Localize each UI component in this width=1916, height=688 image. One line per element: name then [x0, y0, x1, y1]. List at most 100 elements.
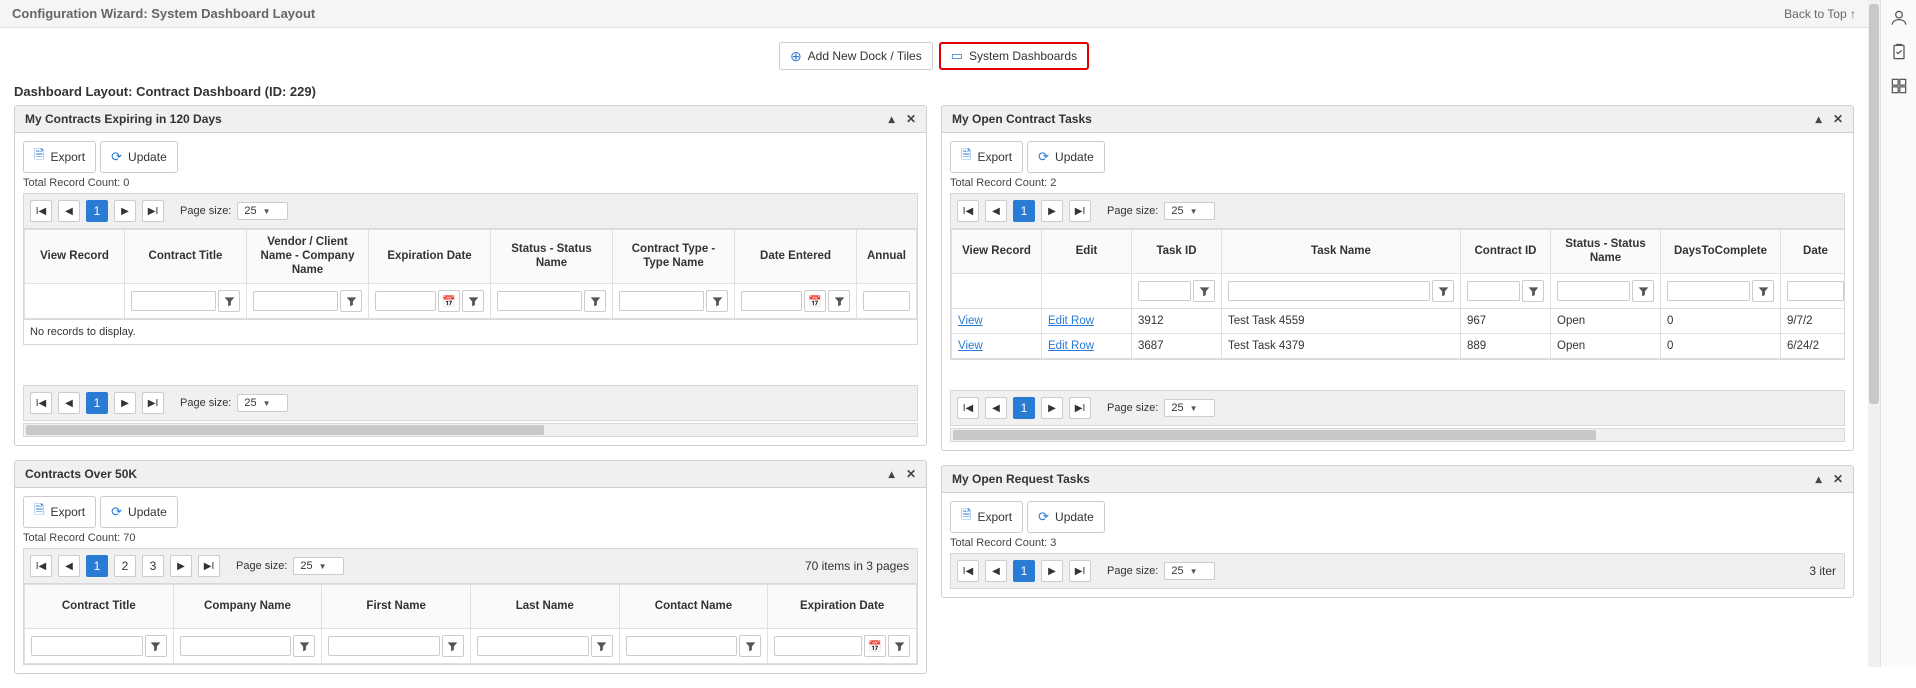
horizontal-scrollbar[interactable] — [23, 423, 918, 437]
filter-first-name[interactable] — [328, 636, 440, 656]
col-last-name[interactable]: Last Name — [470, 585, 619, 629]
grid-icon[interactable] — [1889, 76, 1909, 96]
pager-page-1[interactable]: 1 — [86, 555, 108, 577]
pager-first[interactable]: I◀ — [957, 560, 979, 582]
close-icon[interactable]: ✕ — [906, 467, 916, 481]
col-status[interactable]: Status - Status Name — [491, 230, 613, 284]
pager-last[interactable]: ▶I — [142, 392, 164, 414]
filter-status[interactable] — [497, 291, 582, 311]
pager-first[interactable]: I◀ — [957, 397, 979, 419]
close-icon[interactable]: ✕ — [1833, 112, 1843, 126]
filter-icon[interactable] — [584, 290, 606, 312]
pager-next[interactable]: ▶ — [1041, 200, 1063, 222]
pager-next[interactable]: ▶ — [114, 200, 136, 222]
filter-icon[interactable] — [706, 290, 728, 312]
pager-prev[interactable]: ◀ — [985, 397, 1007, 419]
filter-icon[interactable] — [1193, 280, 1215, 302]
pager-page-1[interactable]: 1 — [86, 200, 108, 222]
filter-icon[interactable] — [888, 635, 910, 657]
pager-prev[interactable]: ◀ — [58, 555, 80, 577]
col-first-name[interactable]: First Name — [322, 585, 471, 629]
col-view-record[interactable]: View Record — [25, 230, 125, 284]
col-contract-title[interactable]: Contract Title — [125, 230, 247, 284]
filter-expiration[interactable] — [375, 291, 436, 311]
filter-icon[interactable] — [340, 290, 362, 312]
filter-date[interactable] — [1787, 281, 1844, 301]
collapse-icon[interactable]: ▴ — [889, 112, 895, 126]
calendar-icon[interactable] — [864, 635, 886, 657]
pager-page-1[interactable]: 1 — [1013, 397, 1035, 419]
pager-first[interactable]: I◀ — [30, 392, 52, 414]
pager-prev[interactable]: ◀ — [985, 560, 1007, 582]
col-annual[interactable]: Annual — [857, 230, 917, 284]
col-expiration-date[interactable]: Expiration Date — [768, 585, 917, 629]
clipboard-check-icon[interactable] — [1889, 42, 1909, 62]
pager-last[interactable]: ▶I — [1069, 200, 1091, 222]
pager-last[interactable]: ▶I — [1069, 397, 1091, 419]
filter-icon[interactable] — [462, 290, 484, 312]
col-vendor-client[interactable]: Vendor / Client Name - Company Name — [247, 230, 369, 284]
page-size-select[interactable]: 25 — [293, 557, 343, 575]
pager-prev[interactable]: ◀ — [58, 200, 80, 222]
pager-page-1[interactable]: 1 — [1013, 560, 1035, 582]
col-edit[interactable]: Edit — [1042, 230, 1132, 274]
pager-prev[interactable]: ◀ — [985, 200, 1007, 222]
pager-first[interactable]: I◀ — [957, 200, 979, 222]
filter-company[interactable] — [180, 636, 292, 656]
pager-next[interactable]: ▶ — [1041, 397, 1063, 419]
filter-status[interactable] — [1557, 281, 1630, 301]
filter-vendor[interactable] — [253, 291, 338, 311]
add-new-dock-button[interactable]: Add New Dock / Tiles — [779, 42, 933, 70]
export-button[interactable]: Export — [950, 501, 1023, 533]
pager-last[interactable]: ▶I — [1069, 560, 1091, 582]
filter-icon[interactable] — [1752, 280, 1774, 302]
col-task-name[interactable]: Task Name — [1222, 230, 1461, 274]
collapse-icon[interactable]: ▴ — [1816, 112, 1822, 126]
col-date[interactable]: Date — [1781, 230, 1846, 274]
view-link[interactable]: View — [958, 340, 983, 352]
filter-days[interactable] — [1667, 281, 1750, 301]
pager-last[interactable]: ▶I — [142, 200, 164, 222]
filter-icon[interactable] — [218, 290, 240, 312]
export-button[interactable]: Export — [23, 141, 96, 173]
filter-icon[interactable] — [1522, 280, 1544, 302]
pager-page-2[interactable]: 2 — [114, 555, 136, 577]
system-dashboards-button[interactable]: System Dashboards — [939, 42, 1089, 70]
col-expiration-date[interactable]: Expiration Date — [369, 230, 491, 284]
col-contract-id[interactable]: Contract ID — [1461, 230, 1551, 274]
filter-last-name[interactable] — [477, 636, 589, 656]
filter-icon[interactable] — [591, 635, 613, 657]
update-button[interactable]: Update — [100, 496, 178, 528]
pager-next[interactable]: ▶ — [1041, 560, 1063, 582]
col-days-complete[interactable]: DaysToComplete — [1661, 230, 1781, 274]
calendar-icon[interactable] — [438, 290, 460, 312]
horizontal-scrollbar[interactable] — [950, 428, 1845, 442]
pager-next[interactable]: ▶ — [114, 392, 136, 414]
filter-icon[interactable] — [1432, 280, 1454, 302]
col-status[interactable]: Status - Status Name — [1551, 230, 1661, 274]
page-size-select[interactable]: 25 — [1164, 202, 1214, 220]
filter-contract-id[interactable] — [1467, 281, 1520, 301]
collapse-icon[interactable]: ▴ — [1816, 472, 1822, 486]
pager-page-1[interactable]: 1 — [1013, 200, 1035, 222]
calendar-icon[interactable] — [804, 290, 826, 312]
page-size-select[interactable]: 25 — [237, 394, 287, 412]
filter-contract-title[interactable] — [31, 636, 143, 656]
filter-task-id[interactable] — [1138, 281, 1191, 301]
back-to-top-link[interactable]: Back to Top ↑ — [1784, 7, 1856, 21]
col-contract-title[interactable]: Contract Title — [25, 585, 174, 629]
user-icon[interactable] — [1889, 8, 1909, 28]
filter-annual[interactable] — [863, 291, 910, 311]
page-vertical-scrollbar[interactable] — [1868, 0, 1880, 667]
filter-icon[interactable] — [293, 635, 315, 657]
pager-first[interactable]: I◀ — [30, 200, 52, 222]
update-button[interactable]: Update — [1027, 501, 1105, 533]
filter-icon[interactable] — [828, 290, 850, 312]
col-view-record[interactable]: View Record — [952, 230, 1042, 274]
col-contract-type[interactable]: Contract Type - Type Name — [613, 230, 735, 284]
filter-contact-name[interactable] — [626, 636, 738, 656]
view-link[interactable]: View — [958, 315, 983, 327]
pager-first[interactable]: I◀ — [30, 555, 52, 577]
filter-type[interactable] — [619, 291, 704, 311]
edit-row-link[interactable]: Edit Row — [1048, 315, 1094, 327]
